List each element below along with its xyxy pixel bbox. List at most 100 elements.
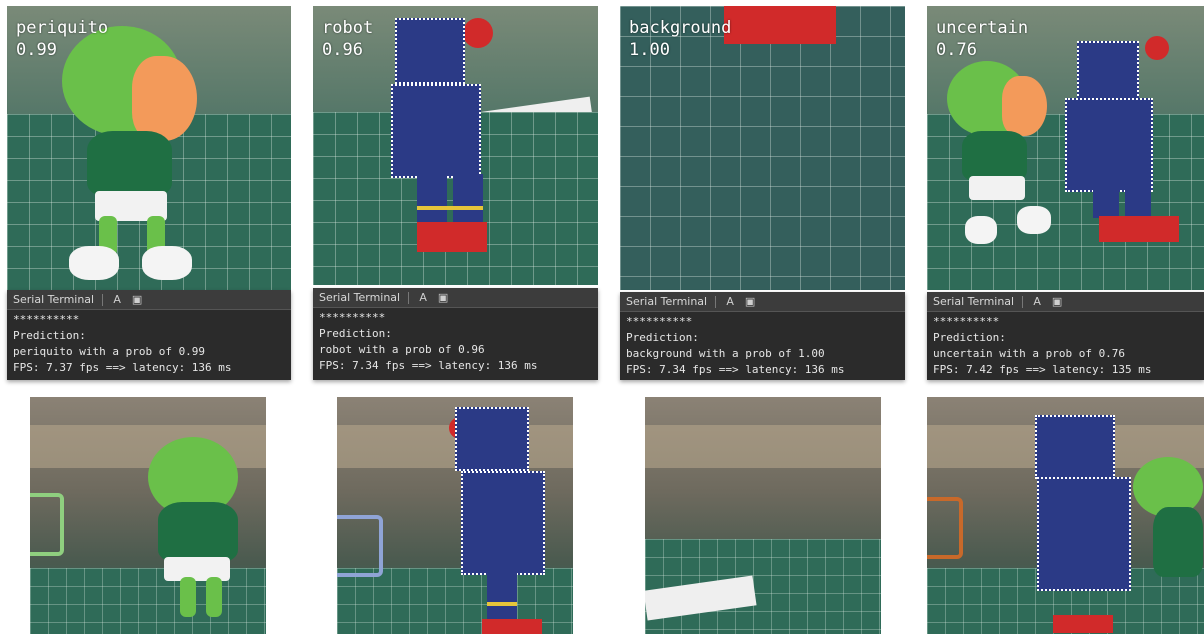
toolbar-divider	[1022, 295, 1024, 308]
save-icon[interactable]: ▣	[1051, 295, 1063, 308]
serial-terminal: Serial Terminal A ▣ ********** Predictio…	[7, 290, 291, 380]
panel-robot: robot 0.96 Serial Terminal A ▣ *********…	[313, 6, 598, 380]
parrot-figure-leg	[206, 577, 222, 617]
cutting-mat	[30, 567, 266, 634]
fps-line: FPS: 7.34 fps ==> latency: 136 ms	[626, 363, 845, 376]
parrot-figure-shoe	[965, 216, 997, 244]
robot-figure-body	[1065, 98, 1153, 192]
serial-terminal: Serial Terminal A ▣ ********** Predictio…	[620, 292, 905, 380]
class-probability: 1.00	[629, 40, 670, 60]
terminal-title: Serial Terminal	[933, 294, 1015, 308]
terminal-separator: **********	[933, 315, 1000, 328]
prediction-line: background with a prob of 1.00	[626, 347, 825, 360]
parrot-figure-shorts	[969, 176, 1025, 200]
terminal-title: Serial Terminal	[13, 292, 95, 306]
camera-frame-background: background 1.00	[620, 6, 905, 290]
setup-photo-periquito	[30, 397, 266, 634]
class-label: periquito	[16, 18, 109, 38]
text-size-icon[interactable]: A	[1031, 295, 1043, 308]
robot-figure-foot	[417, 222, 487, 252]
text-size-icon[interactable]: A	[417, 291, 429, 304]
robot-figure-stripe	[417, 206, 483, 210]
text-size-icon[interactable]: A	[724, 295, 736, 308]
terminal-output: ********** Prediction: uncertain with a …	[927, 312, 1204, 378]
save-icon[interactable]: ▣	[744, 295, 756, 308]
robot-figure-leg	[1125, 188, 1151, 218]
robot-figure-foot	[1053, 615, 1113, 633]
panel-periquito: periquito 0.99 Serial Terminal A ▣ *****…	[7, 6, 291, 380]
terminal-output: ********** Prediction: robot with a prob…	[313, 308, 598, 374]
prediction-line: robot with a prob of 0.96	[319, 343, 485, 356]
red-block	[724, 6, 836, 44]
camera-bounding-box	[30, 493, 64, 556]
camera-frame-robot: robot 0.96	[313, 6, 598, 285]
camera-bounding-box	[337, 515, 383, 577]
robot-figure-foot	[482, 619, 542, 634]
parrot-figure-shoe	[142, 246, 192, 280]
prediction-header: Prediction:	[319, 327, 392, 340]
terminal-header: Serial Terminal A ▣	[7, 290, 291, 310]
fps-line: FPS: 7.37 fps ==> latency: 136 ms	[13, 361, 232, 374]
panel-uncertain: uncertain 0.76 Serial Terminal A ▣ *****…	[927, 6, 1204, 380]
robot-figure-head	[1077, 41, 1139, 100]
class-probability: 0.99	[16, 40, 57, 60]
parrot-figure-beak	[1002, 76, 1047, 136]
prediction-line: periquito with a prob of 0.99	[13, 345, 206, 358]
parrot-figure-body	[87, 131, 172, 196]
serial-terminal: Serial Terminal A ▣ ********** Predictio…	[313, 288, 598, 380]
parrot-figure-shoe	[69, 246, 119, 280]
serial-terminal: Serial Terminal A ▣ ********** Predictio…	[927, 292, 1204, 380]
toolbar-divider	[408, 291, 410, 304]
camera-frame-periquito: periquito 0.99	[7, 6, 291, 290]
robot-figure-head	[1035, 415, 1115, 479]
toolbar-divider	[102, 293, 104, 306]
parrot-figure-shorts	[164, 557, 230, 581]
robot-figure-foot	[1099, 216, 1179, 242]
robot-figure-head	[455, 407, 529, 471]
parrot-figure-body	[962, 131, 1027, 181]
class-label: uncertain	[936, 18, 1029, 38]
class-label: background	[629, 18, 732, 38]
prediction-header: Prediction:	[626, 331, 699, 344]
robot-figure-body	[1037, 477, 1131, 591]
terminal-separator: **********	[13, 313, 80, 326]
terminal-output: ********** Prediction: periquito with a …	[7, 310, 291, 376]
robot-figure-leg	[1093, 188, 1119, 218]
robot-figure-leg	[487, 571, 517, 621]
robot-figure-body	[391, 84, 481, 178]
save-icon[interactable]: ▣	[131, 293, 143, 306]
robot-figure-stripe	[487, 602, 517, 606]
camera-frame-uncertain: uncertain 0.76	[927, 6, 1204, 290]
fps-line: FPS: 7.42 fps ==> latency: 135 ms	[933, 363, 1152, 376]
class-probability: 0.96	[322, 40, 363, 60]
parrot-figure-body	[158, 502, 238, 562]
setup-photo-background	[645, 397, 881, 634]
fps-line: FPS: 7.34 fps ==> latency: 136 ms	[319, 359, 538, 372]
parrot-figure-body	[1153, 507, 1203, 577]
setup-photo-robot	[337, 397, 573, 634]
toolbar-divider	[715, 295, 717, 308]
robot-figure-leg	[453, 174, 483, 224]
terminal-title: Serial Terminal	[626, 294, 708, 308]
robot-figure-antenna	[463, 18, 493, 48]
terminal-title: Serial Terminal	[319, 290, 401, 304]
text-size-icon[interactable]: A	[111, 293, 123, 306]
terminal-header: Serial Terminal A ▣	[313, 288, 598, 308]
terminal-separator: **********	[319, 311, 386, 324]
panel-background: background 1.00 Serial Terminal A ▣ ****…	[620, 6, 905, 380]
class-label: robot	[322, 18, 374, 38]
camera-bounding-box	[927, 497, 963, 559]
class-probability: 0.76	[936, 40, 977, 60]
robot-figure-antenna	[1145, 36, 1169, 60]
background-shelf	[645, 425, 881, 469]
terminal-separator: **********	[626, 315, 693, 328]
save-icon[interactable]: ▣	[437, 291, 449, 304]
terminal-header: Serial Terminal A ▣	[927, 292, 1204, 312]
parrot-figure-shoe	[1017, 206, 1051, 234]
prediction-line: uncertain with a prob of 0.76	[933, 347, 1126, 360]
robot-figure-body	[461, 471, 545, 575]
prediction-header: Prediction:	[13, 329, 86, 342]
parrot-figure-leg	[180, 577, 196, 617]
terminal-output: ********** Prediction: background with a…	[620, 312, 905, 378]
terminal-header: Serial Terminal A ▣	[620, 292, 905, 312]
